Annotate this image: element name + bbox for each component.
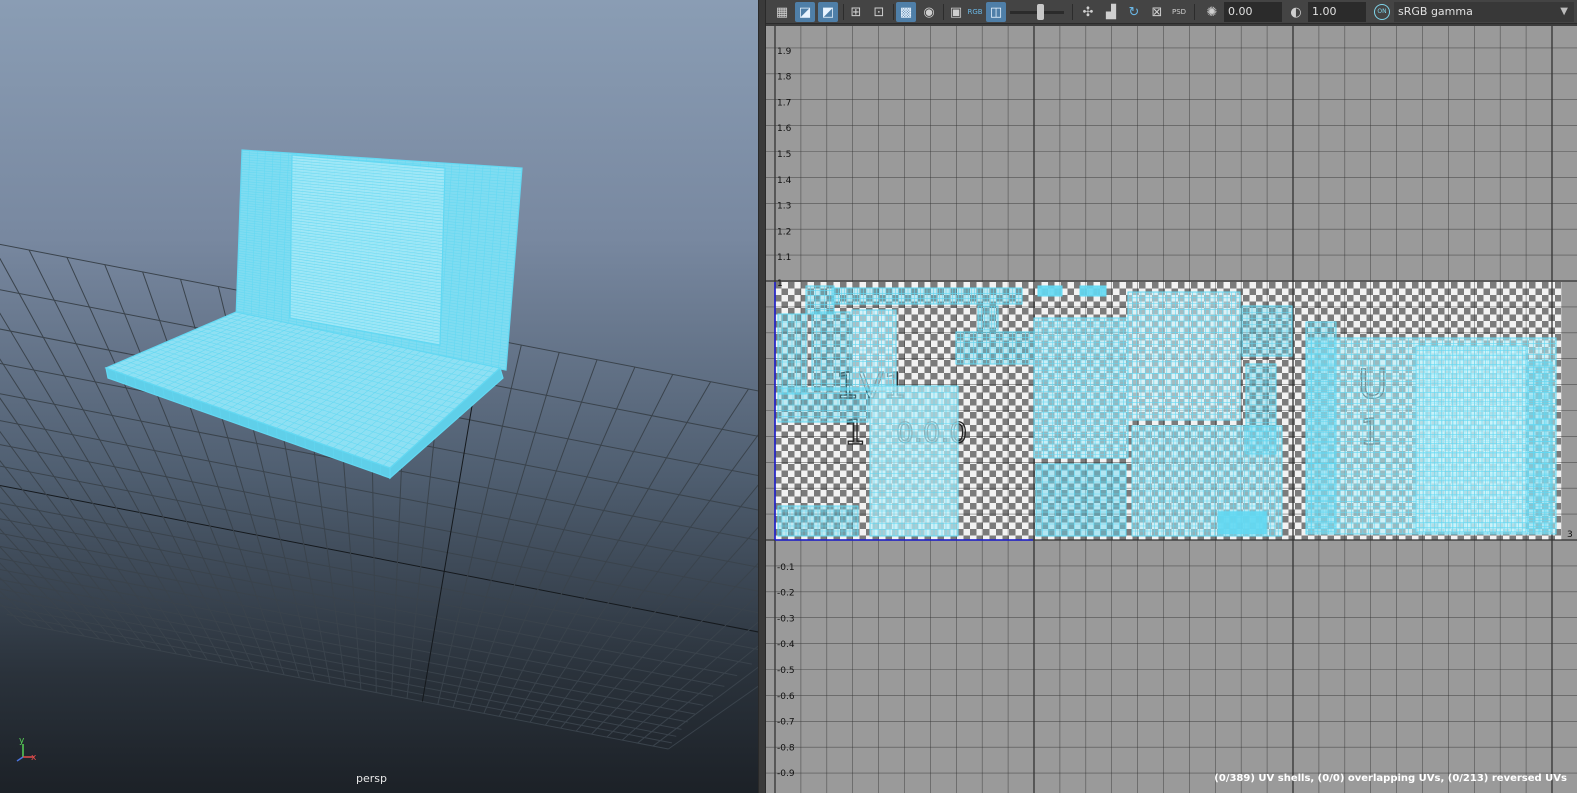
v-axis-label: -0.2: [777, 589, 795, 599]
distortion-icon[interactable]: ◩: [818, 2, 838, 22]
grid-line: [0, 459, 147, 649]
color-space-dropdown[interactable]: sRGB gamma ▼: [1394, 2, 1574, 22]
toolbar-separator: [1194, 4, 1195, 20]
laptop-wireframe: [104, 149, 523, 480]
image-display-icon[interactable]: ◉: [919, 2, 939, 22]
v-axis-label: 1.3: [777, 202, 791, 212]
v-axis-label: -0.8: [777, 743, 795, 753]
grid-toggle-icon[interactable]: ⊡: [869, 2, 889, 22]
grid-line: [483, 366, 636, 714]
grid-line: [529, 388, 749, 723]
v-axis-label: -0.4: [777, 640, 795, 650]
psd-icon[interactable]: PSD: [1169, 2, 1189, 22]
pixel-snap-icon[interactable]: ▩: [896, 2, 916, 22]
grid-line: [0, 508, 116, 643]
viewport-scene: [0, 149, 758, 762]
image-ratio-icon[interactable]: ◫: [986, 2, 1006, 22]
v-axis-label: 1.1: [777, 253, 791, 263]
v-axis-label: -0.5: [777, 666, 795, 676]
axis-y-label: y: [19, 736, 25, 746]
chevron-down-icon: ▼: [1560, 6, 1568, 17]
dim-image-icon[interactable]: ▣: [946, 2, 966, 22]
v-axis-label: 1.9: [777, 47, 792, 57]
color-management-toggle[interactable]: ON: [1372, 2, 1392, 22]
grid-line: [0, 588, 688, 723]
v-axis-label: -0.6: [777, 692, 795, 702]
gamma-field[interactable]: 1.00: [1308, 2, 1366, 22]
uv-status-text: (0/389) UV shells, (0/0) overlapping UVs…: [1214, 773, 1567, 784]
grid-line: [0, 257, 223, 664]
v-axis-label: -0.9: [777, 769, 795, 779]
toolbar-separator: [843, 4, 844, 20]
v-axis-label: 1: [777, 279, 783, 289]
axis-x-label: x: [31, 753, 37, 763]
checker-icon[interactable]: ⊠: [1147, 2, 1167, 22]
rgb-channels-icon[interactable]: RGB: [965, 2, 985, 22]
v-axis-label: 1.5: [777, 150, 791, 160]
v-axis-label: 1.4: [777, 176, 792, 186]
uv-toolbar: ▦ ◪ ◩ ⊞ ⊡ ▩ ◉ ▣ RGB ◫ ✣ ▟ ↻ ⊠ PSD ✺ 0.00…: [766, 0, 1577, 24]
grid-line: [0, 562, 70, 634]
grid-line: [591, 562, 758, 735]
frame-all-icon[interactable]: ⊞: [846, 2, 866, 22]
v-axis-label: 1.7: [777, 98, 791, 108]
grid-line: [514, 381, 712, 720]
filter-icon[interactable]: ✣: [1078, 2, 1098, 22]
exposure-icon[interactable]: ✺: [1202, 2, 1222, 22]
color-management-badge: ON: [1374, 4, 1390, 20]
grid-line: [668, 685, 758, 750]
texture-tiles-icon[interactable]: ▟: [1101, 2, 1121, 22]
grid-line: [28, 249, 239, 667]
tile-marker: 3: [1567, 530, 1573, 540]
grid-line: [560, 484, 758, 729]
toolbar-separator: [943, 4, 944, 20]
exposure-slider-thumb[interactable]: [1037, 4, 1044, 20]
grid-line: [0, 590, 39, 628]
grid-line: [0, 546, 85, 637]
grid-line: [0, 602, 24, 625]
color-space-value: sRGB gamma: [1398, 5, 1473, 18]
v-axis-label: 1.2: [777, 227, 791, 237]
grid-line: [0, 597, 682, 730]
camera-label[interactable]: persp: [356, 772, 387, 785]
uv-lasso-icon[interactable]: ↻: [1124, 2, 1144, 22]
v-axis-label: 1.8: [777, 73, 792, 83]
toolbar-separator: [1072, 4, 1073, 20]
uv-grid-icon[interactable]: ▦: [772, 2, 792, 22]
grid-line: [575, 526, 758, 732]
v-axis-label: -0.3: [777, 614, 795, 624]
v-axis-label: -0.1: [777, 563, 795, 573]
uv-editor-panel: ▦ ◪ ◩ ⊞ ⊡ ▩ ◉ ▣ RGB ◫ ✣ ▟ ↻ ⊠ PSD ✺ 0.00…: [766, 0, 1577, 793]
panel-splitter[interactable]: [758, 0, 766, 793]
uv-texture-editor[interactable]: 1V110.0.0U11.91.81.71.61.51.41.31.21.11-…: [766, 26, 1577, 793]
grid-line: [6, 613, 672, 744]
exposure-field[interactable]: 0.00: [1224, 2, 1282, 22]
axis-z-line: [16, 756, 24, 762]
perspective-viewport[interactable]: y x persp: [0, 0, 758, 793]
toolbar-separator: [893, 4, 894, 20]
grid-line: [637, 645, 758, 744]
shaded-uv-icon[interactable]: ◪: [795, 2, 815, 22]
v-axis-label: 1.6: [777, 124, 792, 134]
gamma-icon[interactable]: ◐: [1286, 2, 1306, 22]
v-axis-label: -0.7: [777, 718, 795, 728]
